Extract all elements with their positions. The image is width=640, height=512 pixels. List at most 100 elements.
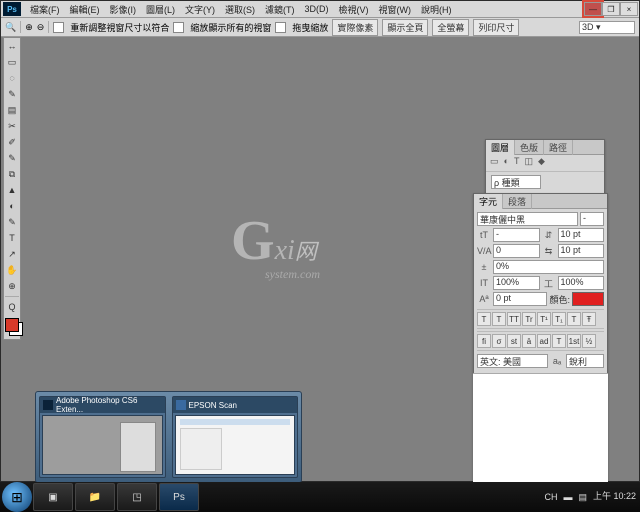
filter-image-icon[interactable]: ▭ [490, 156, 499, 170]
fill-screen-button[interactable]: 全螢幕 [432, 19, 469, 36]
taskbar-app[interactable]: ◳ [117, 483, 157, 511]
character-panel[interactable]: 字元 段落 華康儷中黑- tT-⇵10 pt V/A0⇆10 pt ±0% IT… [473, 193, 608, 485]
pen-tool[interactable]: ✎ [4, 214, 20, 230]
ot-frac[interactable]: ½ [582, 334, 596, 348]
ot-a[interactable]: ā [522, 334, 536, 348]
ime-indicator[interactable]: CH [544, 492, 557, 502]
menu-select[interactable]: 選取(S) [220, 2, 260, 17]
color-swatches[interactable] [4, 317, 20, 339]
ot-st[interactable]: st [507, 334, 521, 348]
scrubby-checkbox[interactable] [275, 22, 286, 33]
text-color-swatch[interactable] [572, 292, 604, 306]
actual-pixels-button[interactable]: 實際像素 [332, 19, 378, 36]
tab-channels[interactable]: 色版 [515, 140, 544, 155]
task-switcher[interactable]: Adobe Photoshop CS6 Exten... EPSON Scan [35, 391, 302, 483]
crop-tool[interactable]: ▤ [4, 102, 20, 118]
font-family-select[interactable]: 華康儷中黑 [477, 212, 578, 226]
gradient-tool[interactable]: ◐ [4, 198, 20, 214]
hscale-field[interactable]: 100% [558, 276, 605, 290]
menu-edit[interactable]: 編輯(E) [65, 2, 105, 17]
minimize-inner-button[interactable]: — [584, 2, 602, 16]
ot-t[interactable]: T [552, 334, 566, 348]
layer-kind-select[interactable]: ρ 種類 [491, 175, 541, 189]
antialias-select[interactable]: 銳利 [566, 354, 604, 368]
foreground-color[interactable] [5, 318, 19, 332]
menu-view[interactable]: 檢視(V) [334, 2, 374, 17]
subscript-button[interactable]: T₁ [552, 312, 566, 326]
move-tool[interactable]: ↔ [4, 38, 20, 54]
system-tray[interactable]: CH ▬ ▤ 上午 10:22 [544, 492, 640, 503]
language-select[interactable]: 英文: 美國 [477, 354, 548, 368]
close-inner-button[interactable]: × [620, 2, 638, 16]
filter-adjust-icon[interactable]: ◐ [504, 156, 509, 170]
vscale-field[interactable]: 100% [493, 276, 540, 290]
lasso-tool[interactable]: ◌ [4, 70, 20, 86]
clock[interactable]: 上午 10:22 [593, 492, 636, 502]
font-style-select[interactable]: - [580, 212, 604, 226]
menu-type[interactable]: 文字(Y) [180, 2, 220, 17]
menu-3d[interactable]: 3D(D) [300, 3, 334, 15]
path-tool[interactable]: ↗ [4, 246, 20, 262]
menu-layer[interactable]: 圖層(L) [141, 2, 180, 17]
zoom-out-icon[interactable]: ⊖ [37, 22, 45, 33]
taskbar-photoshop[interactable]: Ps [159, 483, 199, 511]
type-tool[interactable]: T [4, 230, 20, 246]
eyedropper-tool[interactable]: ✂ [4, 118, 20, 134]
wand-tool[interactable]: ✎ [4, 86, 20, 102]
menu-window[interactable]: 視窗(W) [374, 2, 417, 17]
menu-file[interactable]: 檔案(F) [25, 2, 65, 17]
resize-window-checkbox[interactable] [53, 22, 64, 33]
stamp-tool[interactable]: ⧉ [4, 166, 20, 182]
fit-screen-button[interactable]: 顯示全頁 [382, 19, 428, 36]
superscript-button[interactable]: T¹ [537, 312, 551, 326]
leading-field[interactable]: 10 pt [558, 228, 605, 242]
tab-layers[interactable]: 圖層 [486, 140, 515, 155]
switcher-item-epson[interactable]: EPSON Scan [172, 396, 299, 478]
tab-paths[interactable]: 路徑 [544, 140, 573, 155]
hand-tool[interactable]: ✋ [4, 262, 20, 278]
zoom-tool[interactable]: ⊕ [4, 278, 20, 294]
tab-character[interactable]: 字元 [474, 194, 503, 209]
allcaps-button[interactable]: TT [507, 312, 521, 326]
taskbar[interactable]: ⊞ ▣ 📁 ◳ Ps CH ▬ ▤ 上午 10:22 [0, 482, 640, 512]
taskbar-folder[interactable]: 📁 [75, 483, 115, 511]
bold-button[interactable]: T [477, 312, 491, 326]
menu-help[interactable]: 說明(H) [416, 2, 457, 17]
tab-paragraph[interactable]: 段落 [503, 194, 532, 209]
zoom-all-checkbox[interactable] [173, 22, 184, 33]
filter-shape-icon[interactable]: ◫ [524, 156, 533, 170]
heal-tool[interactable]: ✐ [4, 134, 20, 150]
zoom-in-icon[interactable]: ⊕ [25, 22, 33, 33]
baseline-field[interactable]: 0 pt [493, 292, 547, 306]
italic-button[interactable]: T [492, 312, 506, 326]
switcher-item-photoshop[interactable]: Adobe Photoshop CS6 Exten... [39, 396, 166, 478]
print-size-button[interactable]: 列印尺寸 [473, 19, 519, 36]
eraser-tool[interactable]: ▲ [4, 182, 20, 198]
3d-mode-select[interactable]: 3D ▾ [579, 21, 635, 34]
network-icon[interactable]: ▬ [563, 492, 572, 502]
filter-smart-icon[interactable]: ◆ [538, 156, 545, 170]
ot-sigma[interactable]: σ [492, 334, 506, 348]
restore-button[interactable]: ❐ [602, 2, 620, 16]
tracking-field[interactable]: 10 pt [558, 244, 605, 258]
flag-icon[interactable]: ▤ [578, 492, 587, 503]
filter-type-icon[interactable]: T [514, 156, 520, 170]
layer-filter-row: ▭ ◐ T ◫ ◆ [486, 155, 604, 172]
kerning-field[interactable]: 0 [493, 244, 540, 258]
brush-tool[interactable]: ✎ [4, 150, 20, 166]
menu-image[interactable]: 影像(I) [105, 2, 142, 17]
scale-field[interactable]: 0% [493, 260, 604, 274]
marquee-tool[interactable]: ▭ [4, 54, 20, 70]
strike-button[interactable]: Ŧ [582, 312, 596, 326]
hscale-icon: 工 [542, 277, 556, 290]
smallcaps-button[interactable]: Tr [522, 312, 536, 326]
start-button[interactable]: ⊞ [2, 482, 32, 512]
font-size-field[interactable]: - [493, 228, 540, 242]
quickmask-tool[interactable]: Q [4, 299, 20, 315]
menu-filter[interactable]: 濾鏡(T) [260, 2, 300, 17]
taskbar-explorer[interactable]: ▣ [33, 483, 73, 511]
ot-fi[interactable]: fi [477, 334, 491, 348]
underline-button[interactable]: T [567, 312, 581, 326]
ot-ad[interactable]: ad [537, 334, 551, 348]
ot-1st[interactable]: 1st [567, 334, 581, 348]
